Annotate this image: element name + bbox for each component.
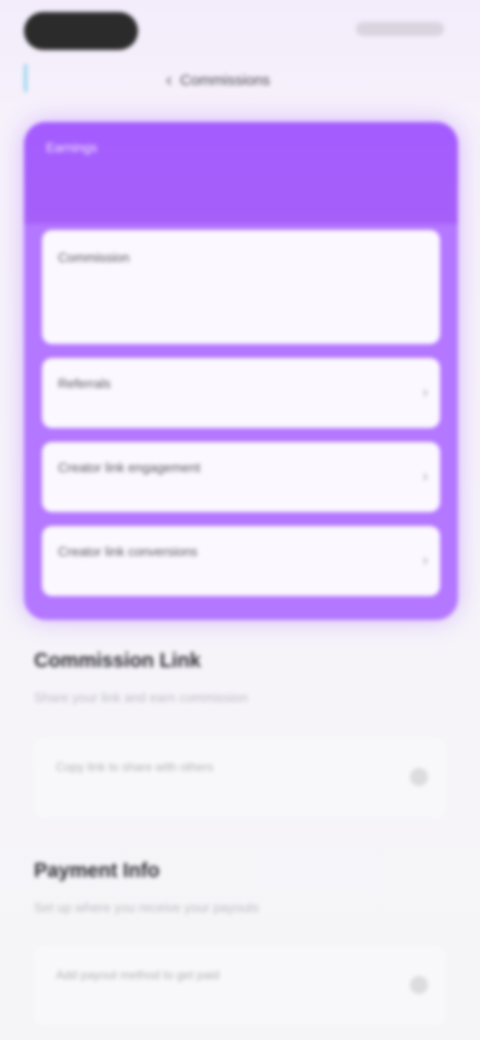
link-engagement-row[interactable]: Creator link engagement › bbox=[42, 442, 440, 512]
chevron-right-icon: › bbox=[422, 384, 428, 401]
app-screen: ‹ Commissions Earnings Commission Referr… bbox=[0, 0, 480, 1040]
arrow-right-icon bbox=[410, 976, 428, 994]
earnings-card: Earnings Commission Referrals › Creator … bbox=[24, 122, 458, 620]
payment-info-row-label: Add payout method to get paid bbox=[56, 968, 220, 982]
status-bar-notch bbox=[24, 12, 138, 50]
commission-link-row[interactable]: Copy link to share with others bbox=[34, 738, 446, 818]
payment-info-row[interactable]: Add payout method to get paid bbox=[34, 946, 446, 1026]
commission-panel[interactable]: Commission bbox=[42, 230, 440, 344]
arrow-right-icon bbox=[410, 768, 428, 786]
page-title: ‹ Commissions bbox=[166, 70, 326, 90]
commission-link-title: Commission Link bbox=[34, 650, 201, 672]
earnings-headline: Earnings bbox=[46, 140, 98, 155]
link-conversions-row[interactable]: Creator link conversions › bbox=[42, 526, 440, 596]
chevron-right-icon: › bbox=[422, 468, 428, 485]
commission-link-row-label: Copy link to share with others bbox=[56, 760, 214, 774]
referrals-row[interactable]: Referrals › bbox=[42, 358, 440, 428]
commission-label: Commission bbox=[58, 250, 130, 265]
commission-link-desc: Share your link and earn commission bbox=[34, 690, 248, 705]
payment-info-desc: Set up where you receive your payouts bbox=[34, 900, 259, 915]
referrals-label: Referrals bbox=[58, 376, 111, 391]
status-bar-indicators bbox=[356, 22, 444, 36]
link-conversions-label: Creator link conversions bbox=[58, 544, 198, 559]
page-title-text: Commissions bbox=[180, 71, 271, 89]
chevron-left-icon[interactable]: ‹ bbox=[166, 70, 172, 91]
earnings-card-header: Earnings bbox=[24, 122, 458, 224]
payment-info-title: Payment Info bbox=[34, 860, 160, 882]
back-icon[interactable] bbox=[24, 64, 34, 92]
link-engagement-label: Creator link engagement bbox=[58, 460, 201, 475]
chevron-right-icon: › bbox=[422, 552, 428, 569]
